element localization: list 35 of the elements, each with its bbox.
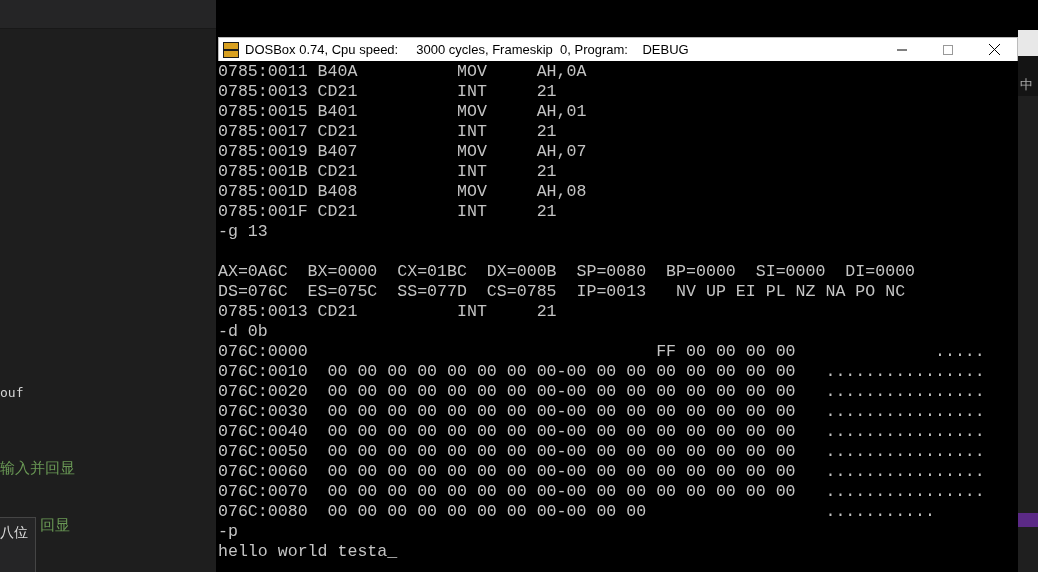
console-line: 076C:0060 00 00 00 00 00 00 00 00-00 00 00 00 00 00 00 00 ................ [218,462,985,482]
console-line: 0785:0011 B40A MOV AH,0A [218,62,587,82]
console-line: 0785:001F CD21 INT 21 [218,202,557,222]
console-line: 076C:0020 00 00 00 00 00 00 00 00-00 00 00 00 00 00 00 00 ................ [218,382,985,402]
code-comment: 输入并回显 [0,459,75,478]
console-line: 0785:0013 CD21 INT 21 [218,302,557,322]
console-line: 0785:0019 B407 MOV AH,07 [218,142,587,162]
tooltip: 八位 [0,517,36,572]
console-line: 0785:0015 B401 MOV AH,01 [218,102,587,122]
console-line: 076C:0040 00 00 00 00 00 00 00 00-00 00 00 00 00 00 00 00 ................ [218,422,985,442]
app-logo-icon [223,41,239,58]
window-edge [1018,30,1038,56]
console-line: 076C:0070 00 00 00 00 00 00 00 00-00 00 00 00 00 00 00 00 ................ [218,482,985,502]
console-line: AX=0A6C BX=0000 CX=01BC DX=000B SP=0080 BP=0000 SI=0000 DI=0000 [218,262,916,282]
console-line: DS=076C ES=075C SS=077D CS=0785 IP=0013 NV UP EI PL NZ NA PO NC [218,282,906,302]
console-line: hello world testa_ [218,542,398,562]
console-line: 0785:001D B408 MOV AH,08 [218,182,587,202]
console-line: 076C:0050 00 00 00 00 00 00 00 00-00 00 00 00 00 00 00 00 ................ [218,442,985,462]
console-line: -p [218,522,238,542]
console-line: 076C:0000 FF 00 00 00 00 ..... [218,342,985,362]
code-line: ouf [0,385,24,400]
close-icon [988,44,1000,55]
window-title: DOSBox 0.74, Cpu speed: 3000 cycles, Frameskip 0, Program: DEBUG [245,42,690,57]
console-line: 0785:001B CD21 INT 21 [218,162,557,182]
console-line: 076C:0030 00 00 00 00 00 00 00 00-00 00 00 00 00 00 00 00 ................ [218,402,985,422]
console-line: 0785:0013 CD21 INT 21 [218,82,557,102]
console-line: 0785:0017 CD21 INT 21 [218,122,557,142]
console-line: 076C:0080 00 00 00 00 00 00 00 00-00 00 00 ........... [218,502,935,522]
console-line: -g 13 [218,222,268,242]
maximize-icon [943,44,953,55]
code-comment: 回显 [40,516,70,535]
banner-strip [1018,513,1038,527]
console-line: -d 0b [218,322,268,342]
console-line: 076C:0010 00 00 00 00 00 00 00 00-00 00 00 00 00 00 00 00 ................ [218,362,985,382]
tab-label: 中 [1018,56,1038,96]
